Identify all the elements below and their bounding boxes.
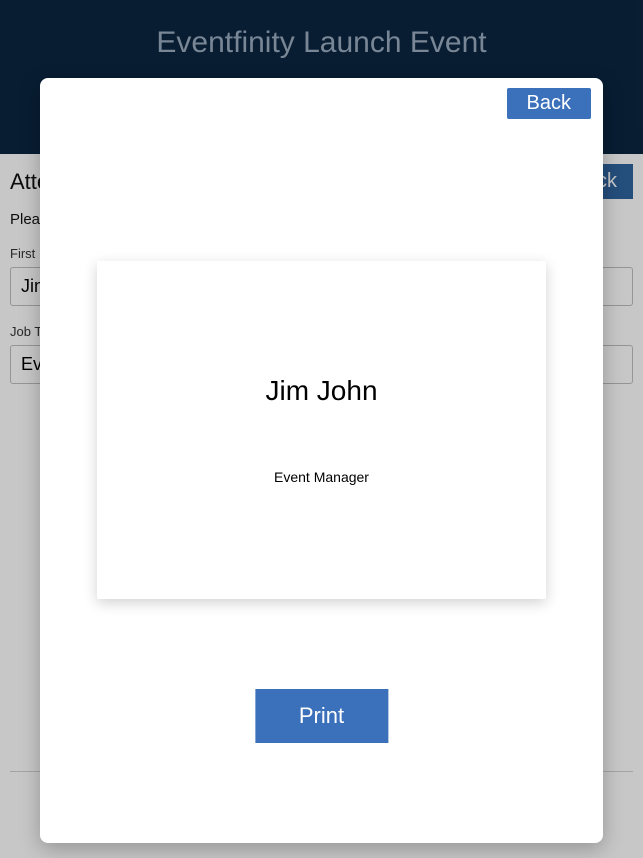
badge-card: Jim John Event Manager: [97, 261, 546, 599]
modal-back-button[interactable]: Back: [507, 88, 591, 119]
print-button[interactable]: Print: [255, 689, 388, 743]
badge-preview-modal: Back Jim John Event Manager Print: [40, 78, 603, 843]
badge-name: Jim John: [265, 375, 377, 407]
badge-job-title: Event Manager: [274, 469, 369, 485]
